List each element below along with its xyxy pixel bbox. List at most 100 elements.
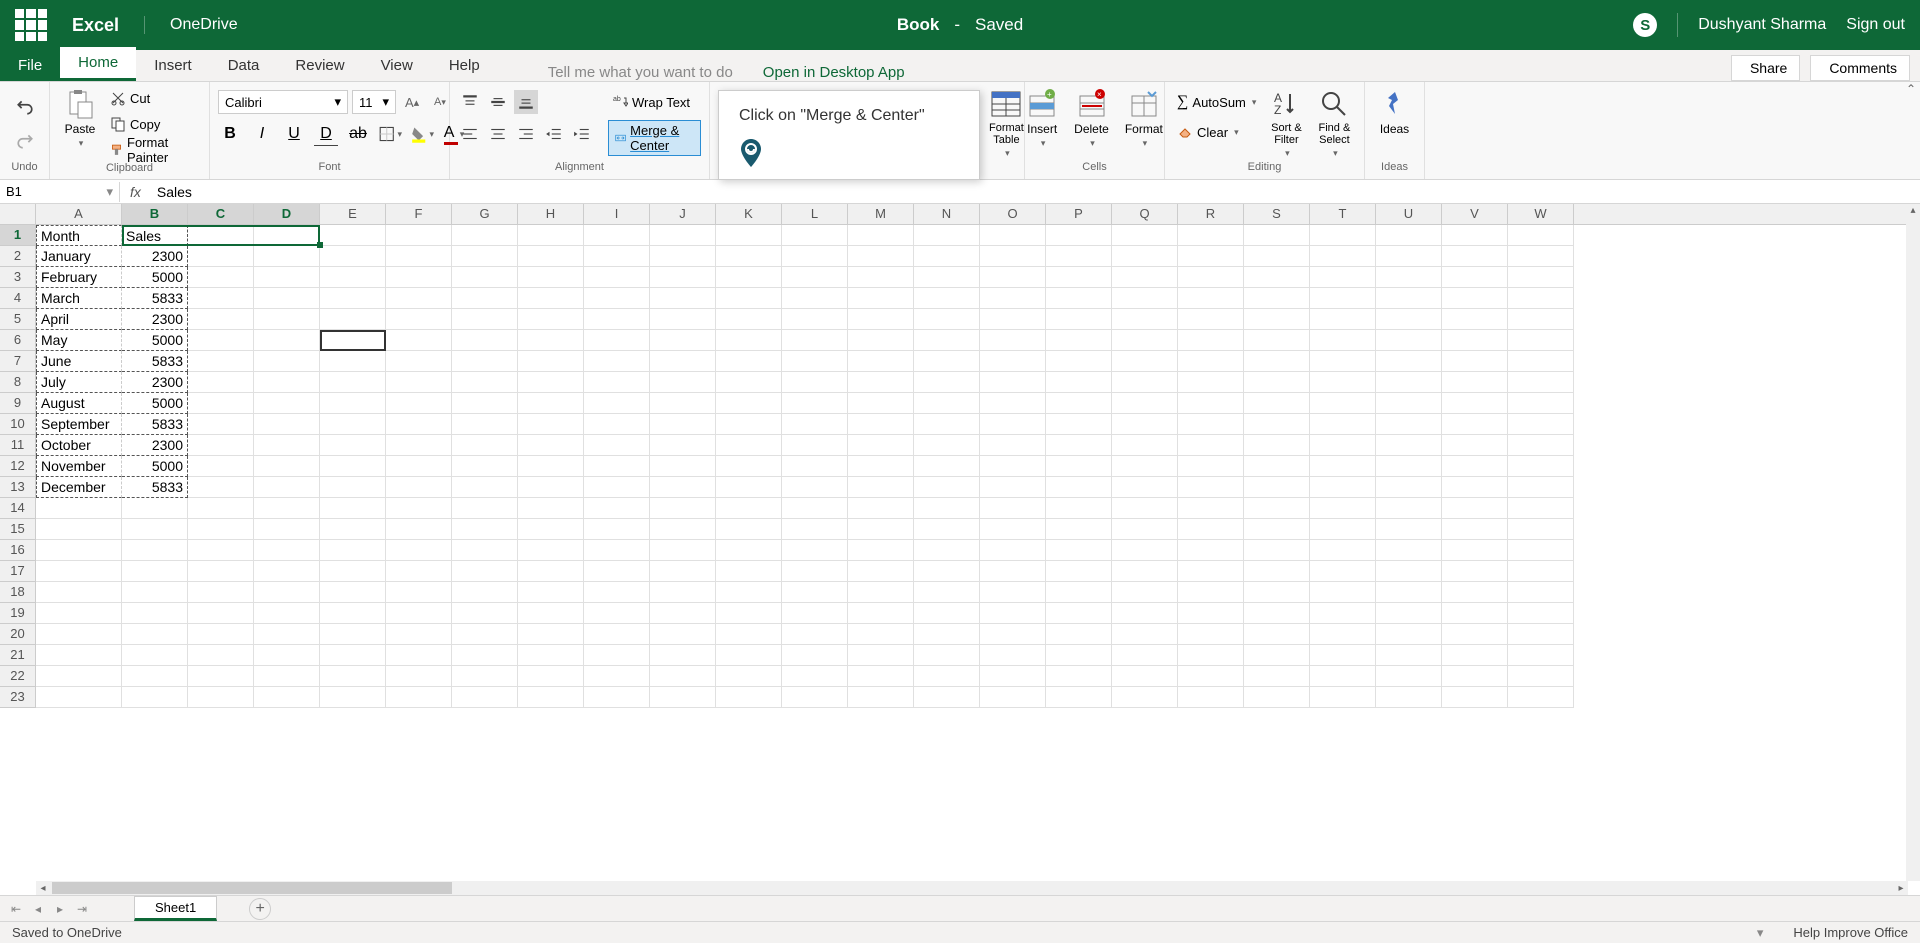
- cell-I17[interactable]: [584, 561, 650, 582]
- cell-K23[interactable]: [716, 687, 782, 708]
- cell-O10[interactable]: [980, 414, 1046, 435]
- cell-D9[interactable]: [254, 393, 320, 414]
- vertical-scrollbar[interactable]: ▴: [1906, 205, 1920, 881]
- cell-V13[interactable]: [1442, 477, 1508, 498]
- cell-E11[interactable]: [320, 435, 386, 456]
- align-center-button[interactable]: [486, 122, 510, 146]
- cell-A17[interactable]: [36, 561, 122, 582]
- cell-G20[interactable]: [452, 624, 518, 645]
- col-header-R[interactable]: R: [1178, 204, 1244, 224]
- cell-J12[interactable]: [650, 456, 716, 477]
- cell-Q18[interactable]: [1112, 582, 1178, 603]
- autosum-button[interactable]: ∑AutoSum: [1173, 90, 1260, 114]
- cell-P15[interactable]: [1046, 519, 1112, 540]
- cell-S14[interactable]: [1244, 498, 1310, 519]
- cell-E10[interactable]: [320, 414, 386, 435]
- cell-F15[interactable]: [386, 519, 452, 540]
- cell-F6[interactable]: [386, 330, 452, 351]
- cell-J9[interactable]: [650, 393, 716, 414]
- align-bottom-button[interactable]: [514, 90, 538, 114]
- cell-P17[interactable]: [1046, 561, 1112, 582]
- cell-R3[interactable]: [1178, 267, 1244, 288]
- cell-H6[interactable]: [518, 330, 584, 351]
- cell-M10[interactable]: [848, 414, 914, 435]
- strikethrough-button[interactable]: ab: [346, 122, 370, 146]
- col-header-K[interactable]: K: [716, 204, 782, 224]
- cell-C16[interactable]: [188, 540, 254, 561]
- cell-R4[interactable]: [1178, 288, 1244, 309]
- cell-F20[interactable]: [386, 624, 452, 645]
- row-header-7[interactable]: 7: [0, 351, 36, 372]
- cell-K21[interactable]: [716, 645, 782, 666]
- cell-K20[interactable]: [716, 624, 782, 645]
- document-name[interactable]: Book: [897, 15, 940, 35]
- cell-M21[interactable]: [848, 645, 914, 666]
- cell-I2[interactable]: [584, 246, 650, 267]
- undo-button[interactable]: [13, 95, 37, 119]
- cell-Q13[interactable]: [1112, 477, 1178, 498]
- cell-P21[interactable]: [1046, 645, 1112, 666]
- cell-C5[interactable]: [188, 309, 254, 330]
- row-header-10[interactable]: 10: [0, 414, 36, 435]
- cell-E5[interactable]: [320, 309, 386, 330]
- cell-J13[interactable]: [650, 477, 716, 498]
- cell-B3[interactable]: 5000: [122, 267, 188, 288]
- cell-D4[interactable]: [254, 288, 320, 309]
- cell-C10[interactable]: [188, 414, 254, 435]
- cell-O15[interactable]: [980, 519, 1046, 540]
- cell-E13[interactable]: [320, 477, 386, 498]
- cell-C11[interactable]: [188, 435, 254, 456]
- cell-O21[interactable]: [980, 645, 1046, 666]
- cell-J20[interactable]: [650, 624, 716, 645]
- cell-W3[interactable]: [1508, 267, 1574, 288]
- cell-D14[interactable]: [254, 498, 320, 519]
- cell-K15[interactable]: [716, 519, 782, 540]
- col-header-B[interactable]: B: [122, 204, 188, 224]
- cell-D13[interactable]: [254, 477, 320, 498]
- cell-G2[interactable]: [452, 246, 518, 267]
- cell-N15[interactable]: [914, 519, 980, 540]
- align-left-button[interactable]: [458, 122, 482, 146]
- col-header-D[interactable]: D: [254, 204, 320, 224]
- cell-C6[interactable]: [188, 330, 254, 351]
- cell-M14[interactable]: [848, 498, 914, 519]
- cell-J22[interactable]: [650, 666, 716, 687]
- tab-home[interactable]: Home: [60, 47, 136, 81]
- cell-G8[interactable]: [452, 372, 518, 393]
- cell-M2[interactable]: [848, 246, 914, 267]
- row-header-6[interactable]: 6: [0, 330, 36, 351]
- cell-A2[interactable]: January: [36, 246, 122, 267]
- cell-U2[interactable]: [1376, 246, 1442, 267]
- cell-Q3[interactable]: [1112, 267, 1178, 288]
- user-name[interactable]: Dushyant Sharma: [1698, 16, 1826, 34]
- row-header-20[interactable]: 20: [0, 624, 36, 645]
- cell-H4[interactable]: [518, 288, 584, 309]
- col-header-C[interactable]: C: [188, 204, 254, 224]
- cell-I22[interactable]: [584, 666, 650, 687]
- cell-J16[interactable]: [650, 540, 716, 561]
- cell-S7[interactable]: [1244, 351, 1310, 372]
- cell-B12[interactable]: 5000: [122, 456, 188, 477]
- cell-D20[interactable]: [254, 624, 320, 645]
- cell-R1[interactable]: [1178, 225, 1244, 246]
- cell-G12[interactable]: [452, 456, 518, 477]
- cell-G10[interactable]: [452, 414, 518, 435]
- cell-U9[interactable]: [1376, 393, 1442, 414]
- cell-V6[interactable]: [1442, 330, 1508, 351]
- cell-I11[interactable]: [584, 435, 650, 456]
- ideas-button[interactable]: Ideas: [1373, 86, 1417, 138]
- col-header-A[interactable]: A: [36, 204, 122, 224]
- sheet-nav-last[interactable]: ⇥: [72, 899, 92, 919]
- cell-R9[interactable]: [1178, 393, 1244, 414]
- cell-D17[interactable]: [254, 561, 320, 582]
- col-header-Q[interactable]: Q: [1112, 204, 1178, 224]
- cell-P2[interactable]: [1046, 246, 1112, 267]
- cell-N1[interactable]: [914, 225, 980, 246]
- cell-F1[interactable]: [386, 225, 452, 246]
- cell-V11[interactable]: [1442, 435, 1508, 456]
- tab-insert[interactable]: Insert: [136, 50, 210, 81]
- cell-G16[interactable]: [452, 540, 518, 561]
- cell-T8[interactable]: [1310, 372, 1376, 393]
- cell-U18[interactable]: [1376, 582, 1442, 603]
- cell-J4[interactable]: [650, 288, 716, 309]
